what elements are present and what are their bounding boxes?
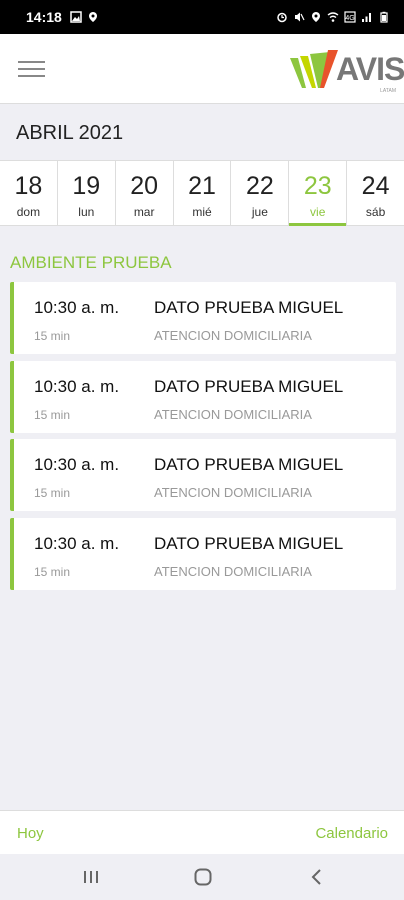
system-nav-bar [0, 854, 404, 900]
signal-icon [362, 13, 371, 22]
recent-apps-icon[interactable] [80, 866, 102, 888]
back-icon[interactable] [306, 866, 328, 888]
appointment-name: DATO PRUEBA MIGUEL [154, 534, 344, 553]
section-title: AMBIENTE PRUEBA [10, 253, 172, 272]
battery-icon [380, 11, 388, 23]
calendar-link[interactable]: Calendario [315, 825, 388, 842]
day-number: 21 [188, 172, 216, 200]
day-item-selected[interactable]: 23 vie [289, 161, 348, 226]
day-number: 24 [361, 172, 390, 200]
day-number: 22 [245, 172, 274, 200]
appointment-time: 10:30 a. m. [34, 534, 120, 553]
appointment-name: DATO PRUEBA MIGUEL [154, 377, 344, 396]
menu-button[interactable] [18, 60, 46, 78]
day-strip: 18 dom 19 lun 20 mar 21 mié 22 jue 23 vie 24 sá… [0, 160, 404, 226]
day-name: mar [133, 205, 155, 219]
status-time: 14:18 [26, 9, 62, 25]
logo-text: AVIS [336, 51, 404, 87]
month-title: ABRIL 2021 [16, 122, 124, 144]
home-icon[interactable] [192, 866, 214, 888]
day-item[interactable]: 24 sáb [347, 161, 404, 225]
day-number: 20 [130, 172, 159, 200]
bottom-bar: Hoy Calendario [0, 810, 404, 854]
appointment-card[interactable]: 10:30 a. m. 15 min DATO PRUEBA MIGUEL AT… [10, 439, 396, 511]
appointment-duration: 15 min [34, 329, 71, 343]
day-item[interactable]: 20 mar [116, 161, 174, 225]
day-name: vie [310, 205, 326, 219]
appointment-time: 10:30 a. m. [34, 377, 120, 396]
wifi-icon [327, 12, 339, 22]
appointment-type: ATENCION DOMICILIARIA [154, 485, 312, 500]
image-icon [70, 11, 82, 23]
day-name: jue [251, 205, 268, 219]
day-name: sáb [365, 205, 386, 219]
day-item[interactable]: 18 dom [0, 161, 58, 225]
appointment-card[interactable]: 10:30 a. m. 15 min DATO PRUEBA MIGUEL AT… [10, 518, 396, 590]
svg-text:4G: 4G [345, 15, 354, 22]
mute-icon [295, 12, 305, 22]
location-icon [312, 12, 320, 22]
logo-subtext: LATAM [380, 88, 396, 94]
appointment-type: ATENCION DOMICILIARIA [154, 407, 312, 422]
day-name: mié [192, 205, 212, 219]
data-icon: 4G [344, 11, 356, 23]
day-item[interactable]: 22 jue [231, 161, 290, 225]
alarm-icon [277, 12, 287, 23]
day-item[interactable]: 21 mié [174, 161, 232, 225]
today-link[interactable]: Hoy [17, 825, 44, 842]
appointment-type: ATENCION DOMICILIARIA [154, 564, 312, 579]
appointment-duration: 15 min [34, 486, 71, 500]
day-number: 23 [303, 172, 332, 200]
day-name: dom [16, 205, 41, 219]
status-icons: 4G [276, 11, 390, 23]
appointment-time: 10:30 a. m. [34, 455, 120, 474]
appointment-card[interactable]: 10:30 a. m. 15 min DATO PRUEBA MIGUEL AT… [10, 361, 396, 433]
day-number: 19 [72, 172, 101, 200]
appointment-duration: 15 min [34, 565, 71, 579]
appointment-type: ATENCION DOMICILIARIA [154, 328, 312, 343]
location-icon [88, 12, 97, 22]
appointment-name: DATO PRUEBA MIGUEL [154, 298, 344, 317]
day-number: 18 [14, 172, 43, 200]
appointment-name: DATO PRUEBA MIGUEL [154, 455, 344, 474]
app-header: AVIS LATAM [0, 34, 404, 104]
avis-logo: AVIS LATAM [288, 48, 404, 96]
appointment-duration: 15 min [34, 408, 71, 422]
appointment-time: 10:30 a. m. [34, 298, 120, 317]
appointment-card[interactable]: 10:30 a. m. 15 min DATO PRUEBA MIGUEL AT… [10, 282, 396, 354]
day-name: lun [78, 205, 95, 219]
status-bar: 14:18 4G [0, 0, 404, 34]
day-item[interactable]: 19 lun [58, 161, 116, 225]
